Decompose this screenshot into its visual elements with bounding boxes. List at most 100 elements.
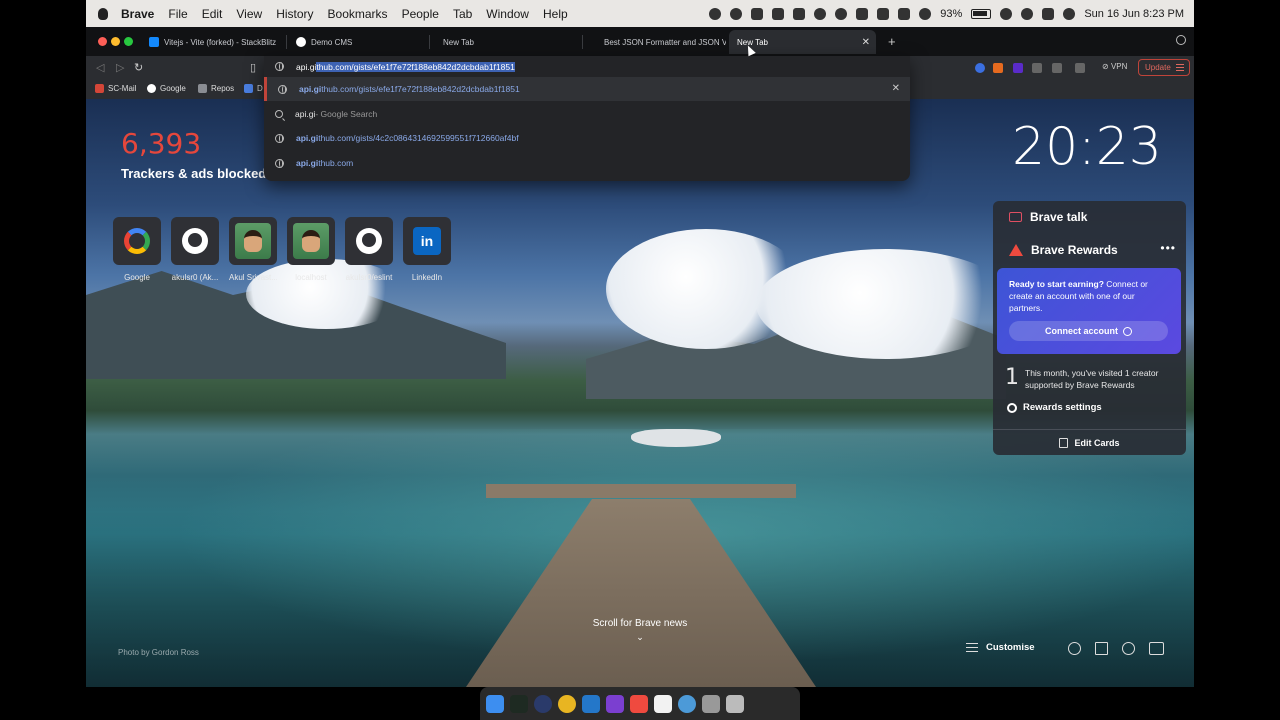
- reload-icon[interactable]: ↻: [134, 61, 143, 74]
- menu-app-name[interactable]: Brave: [121, 7, 154, 21]
- remove-suggestion-icon[interactable]: ✕: [892, 83, 900, 94]
- app-tray-icon[interactable]: [877, 7, 890, 20]
- avatar-icon: [235, 223, 271, 259]
- vpn-button[interactable]: ⊘ VPN: [1102, 62, 1127, 71]
- close-tab-icon[interactable]: ✕: [862, 37, 870, 48]
- bookmark-page-icon[interactable]: ▯: [250, 61, 256, 74]
- tab-json-formatter[interactable]: Best JSON Formatter and JSON V: [596, 30, 726, 54]
- app-tray-icon[interactable]: [751, 7, 764, 20]
- sidebar-icon[interactable]: [1052, 63, 1062, 73]
- record-icon[interactable]: [709, 7, 722, 20]
- app-tray-icon[interactable]: [730, 7, 743, 20]
- top-site-localhost[interactable]: localhost: [287, 217, 335, 282]
- search-icon[interactable]: [1021, 7, 1034, 20]
- omnibox-suggestion[interactable]: api.gi thub.com/gists/efe1f7e72f188eb842d…: [264, 77, 910, 101]
- omnibox-suggestion[interactable]: api.gi thub.com: [264, 151, 910, 175]
- menu-edit[interactable]: Edit: [202, 7, 223, 21]
- forward-icon[interactable]: ▷: [116, 61, 124, 74]
- extensions-puzzle-icon[interactable]: [1032, 63, 1042, 73]
- tab-search-icon[interactable]: [1176, 35, 1186, 45]
- control-center-icon[interactable]: [1042, 7, 1055, 20]
- vpn-label: VPN: [1110, 62, 1128, 71]
- earn-heading: Ready to start earning?: [1009, 279, 1104, 289]
- scroll-for-news[interactable]: Scroll for Brave news ⌄: [581, 618, 699, 643]
- bookmark-sc-mail[interactable]: SC-Mail: [95, 84, 136, 93]
- customise-button[interactable]: Customise: [966, 642, 1035, 653]
- omnibox-dropdown: api.gi thub.com/gists/efe1f7e72f188eb842d…: [264, 56, 910, 181]
- github-desktop-icon[interactable]: [606, 694, 624, 713]
- trackers-stats: 6,393 Trackers & ads blocked: [121, 127, 266, 181]
- extension-icon[interactable]: [975, 63, 985, 73]
- top-site-akul-srivastava[interactable]: Akul Srivast...: [229, 217, 277, 282]
- app-tray-icon[interactable]: [772, 7, 785, 20]
- app-icon[interactable]: [534, 694, 552, 713]
- back-icon[interactable]: ◁: [96, 61, 104, 74]
- app-icon[interactable]: [678, 694, 696, 713]
- update-button[interactable]: Update: [1138, 59, 1190, 76]
- bookmark-d[interactable]: D: [244, 84, 263, 93]
- omnibox-suggestion[interactable]: api.gi thub.com/gists/4c2c086431469259955…: [264, 126, 910, 150]
- wifi-icon[interactable]: [1000, 7, 1013, 20]
- top-site-linkedin[interactable]: in LinkedIn: [403, 217, 451, 282]
- brave-talk-card[interactable]: Brave talk: [1009, 210, 1087, 224]
- menu-history[interactable]: History: [276, 7, 313, 21]
- app-tray-icon[interactable]: [856, 7, 869, 20]
- app-tray-icon[interactable]: [919, 7, 932, 20]
- globe-icon: [275, 158, 284, 168]
- apple-menu-icon[interactable]: [98, 7, 108, 20]
- address-bar[interactable]: api.gi thub.com/gists/efe1f7e72f188eb842d…: [264, 56, 910, 77]
- minimize-window-icon[interactable]: [111, 37, 120, 46]
- more-options-icon[interactable]: •••: [1160, 241, 1176, 255]
- app-tray-icon[interactable]: [898, 7, 911, 20]
- bookmark-google[interactable]: Google: [147, 84, 186, 93]
- app-tray-icon[interactable]: [814, 7, 827, 20]
- edit-cards-button[interactable]: Edit Cards: [993, 429, 1186, 455]
- chrome-icon[interactable]: [558, 694, 576, 713]
- terminal-icon[interactable]: [510, 694, 528, 713]
- top-site-eslint[interactable]: akulsr0/eslint: [345, 217, 393, 282]
- tab-new-tab[interactable]: New Tab: [435, 30, 580, 54]
- zoom-window-icon[interactable]: [124, 37, 133, 46]
- new-tab-button[interactable]: +: [888, 34, 896, 49]
- tab-demo-cms[interactable]: Demo CMS: [288, 30, 428, 54]
- screen-icon[interactable]: [793, 7, 806, 20]
- finder-icon[interactable]: [486, 694, 504, 713]
- bookmark-repos[interactable]: Repos: [198, 84, 234, 93]
- extension-icon[interactable]: [1013, 63, 1023, 73]
- photo-credit[interactable]: Photo by Gordon Ross: [118, 648, 199, 657]
- top-site-google[interactable]: Google: [113, 217, 161, 282]
- tab-stackblitz[interactable]: Vitejs - Vite (forked) - StackBlitz: [141, 30, 283, 54]
- downloads-icon[interactable]: [702, 694, 720, 713]
- trash-icon[interactable]: [726, 694, 744, 713]
- menu-people[interactable]: People: [402, 7, 439, 21]
- battery-icon[interactable]: [971, 8, 992, 19]
- vscode-icon[interactable]: [582, 694, 600, 713]
- brave-talk-icon[interactable]: [1149, 642, 1164, 655]
- settings-icon[interactable]: [1068, 642, 1081, 655]
- menu-help[interactable]: Help: [543, 7, 568, 21]
- brave-shields-icon[interactable]: [993, 63, 1003, 73]
- menu-file[interactable]: File: [168, 7, 187, 21]
- browser-window: Vitejs - Vite (forked) - StackBlitz Demo…: [86, 27, 1194, 687]
- menu-icon: [1176, 64, 1184, 71]
- menu-clock[interactable]: Sun 16 Jun 8:23 PM: [1084, 8, 1184, 20]
- gmail-icon: [95, 84, 104, 93]
- bookmark-label: D: [257, 84, 263, 93]
- menu-bookmarks[interactable]: Bookmarks: [328, 7, 388, 21]
- menu-window[interactable]: Window: [486, 7, 529, 21]
- menu-view[interactable]: View: [236, 7, 262, 21]
- app-tray-icon[interactable]: [835, 7, 848, 20]
- pycharm-icon[interactable]: [654, 694, 672, 713]
- edit-cards-label: Edit Cards: [1074, 437, 1120, 448]
- omnibox-suggestion[interactable]: api.gi - Google Search: [264, 102, 910, 126]
- history-icon[interactable]: [1122, 642, 1135, 655]
- rewards-settings-link[interactable]: Rewards settings: [1007, 402, 1102, 413]
- menu-tab[interactable]: Tab: [453, 7, 472, 21]
- wallet-icon[interactable]: [1075, 63, 1085, 73]
- close-window-icon[interactable]: [98, 37, 107, 46]
- connect-account-button[interactable]: Connect account: [1009, 321, 1168, 341]
- brave-icon[interactable]: [630, 694, 648, 713]
- bookmarks-icon[interactable]: [1095, 642, 1108, 655]
- top-site-akulsr0[interactable]: akulsr0 (Ak...: [171, 217, 219, 282]
- siri-icon[interactable]: [1063, 7, 1076, 20]
